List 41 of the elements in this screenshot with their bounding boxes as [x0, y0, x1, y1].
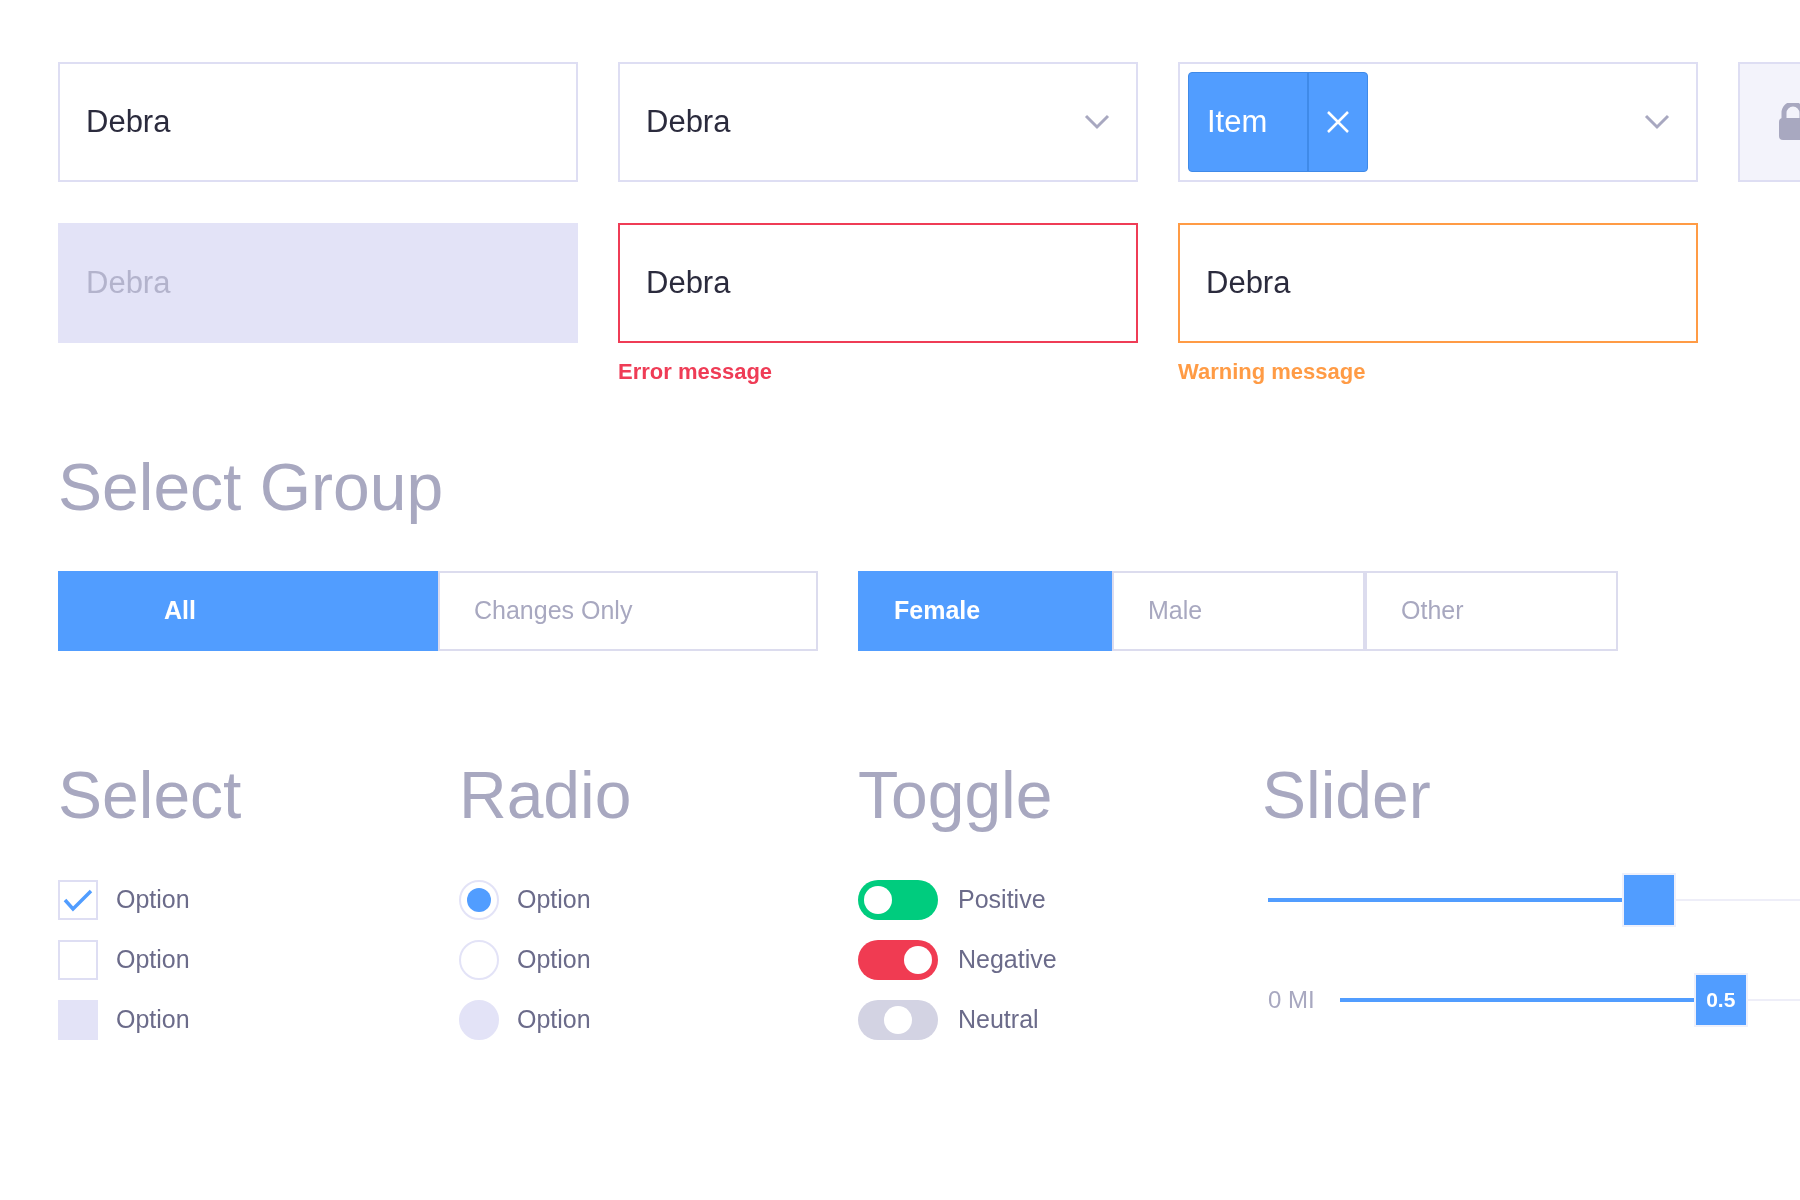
section-heading: Slider [1262, 762, 1432, 828]
tag-label: Item [1206, 102, 1269, 141]
radio-label: Option [517, 944, 591, 976]
toggle-switch[interactable] [858, 940, 938, 980]
toggle-label: Positive [958, 884, 1046, 916]
slider-min-label: 0 MI [1268, 985, 1316, 1015]
checkbox[interactable] [58, 880, 98, 920]
slider-thumb[interactable] [1622, 873, 1676, 927]
section-heading: Select [58, 762, 243, 828]
radio-label: Option [517, 884, 591, 916]
segment-tab[interactable]: Female [858, 571, 1112, 651]
segment-tab[interactable]: Changes Only [438, 571, 818, 651]
segment-tab[interactable]: Other [1365, 571, 1618, 651]
slider-thumb[interactable]: 0.5 [1693, 973, 1748, 1027]
error-message: Error message [618, 358, 774, 386]
chevron-down-icon[interactable] [1644, 114, 1670, 130]
segment-tab[interactable]: All [58, 571, 438, 651]
chevron-down-icon[interactable] [1084, 114, 1110, 130]
checkbox-label: Option [116, 944, 190, 976]
toggle-label: Negative [958, 944, 1057, 976]
close-icon[interactable] [1326, 110, 1350, 134]
checkbox-label: Option [116, 1004, 190, 1036]
dropdown-value: Debra [646, 102, 731, 141]
radio-label: Option [517, 1004, 591, 1036]
checkbox-label: Option [116, 884, 190, 916]
dropdown-field[interactable]: Debra [618, 62, 1138, 182]
tag-chip[interactable]: Item [1188, 72, 1368, 172]
text-field[interactable]: Debra [618, 223, 1138, 343]
toggle-switch[interactable] [858, 880, 938, 920]
checkbox[interactable] [58, 940, 98, 980]
toggle-label: Neutral [958, 1004, 1039, 1036]
warning-message: Warning message [1178, 358, 1367, 386]
text-field[interactable]: Debra [1178, 223, 1698, 343]
lock-icon [1778, 103, 1800, 141]
checkmark-icon [63, 888, 93, 912]
section-heading: Radio [459, 762, 633, 828]
segment-tab[interactable]: Male [1112, 571, 1365, 651]
radio-button[interactable] [459, 880, 499, 920]
text-field[interactable]: Debra [58, 62, 578, 182]
radio-button[interactable] [459, 940, 499, 980]
multi-select-field[interactable]: Item [1178, 62, 1698, 182]
